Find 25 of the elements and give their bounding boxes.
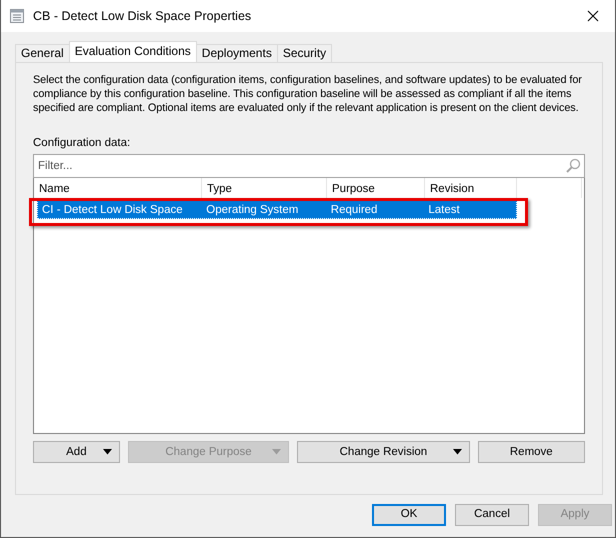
table-row[interactable]: CI - Detect Low Disk Space Operating System Required Latest	[37, 200, 517, 220]
column-header[interactable]: Revision	[425, 178, 517, 198]
column-header[interactable]: Name	[34, 178, 202, 198]
dialog-button[interactable]: OK	[372, 504, 446, 526]
column-header[interactable]: Type	[202, 178, 327, 198]
window-title: CB - Detect Low Disk Space Properties	[33, 8, 252, 25]
dropdown-button[interactable]: Change Revision	[297, 441, 470, 464]
table-cell-text: Latest	[427, 203, 461, 218]
dialog-button[interactable]: Cancel	[455, 504, 529, 526]
dropdown-button[interactable]: Add	[33, 441, 120, 464]
table-cell-text: CI - Detect Low Disk Space	[41, 203, 184, 218]
column-header[interactable]: Purpose	[327, 178, 425, 198]
tab[interactable]: Security	[276, 44, 332, 62]
configuration-data-label: Configuration data:	[33, 137, 130, 149]
tab[interactable]: Deployments	[196, 44, 278, 62]
table-cell-text: Operating System	[205, 203, 300, 218]
table-cell-text: Required	[330, 203, 378, 218]
properties-icon	[9, 8, 25, 24]
action-button[interactable]: Remove	[478, 441, 585, 464]
tab[interactable]: General	[15, 44, 70, 62]
filter-field[interactable]: Filter...	[33, 154, 585, 178]
description-text: Select the configuration data (configuration items, configuration baselines, and software updates) to be evaluated for compliance by this configuration baseline. This configuration baseline will be assessed as compliant if all the items specified are compliant. Optional items are evaluated only if the relevant application is present on the client devices.	[33, 73, 583, 115]
caret-icon[interactable]	[102, 449, 112, 456]
tab[interactable]: Evaluation Conditions	[68, 41, 197, 62]
caret-icon[interactable]	[452, 449, 462, 456]
